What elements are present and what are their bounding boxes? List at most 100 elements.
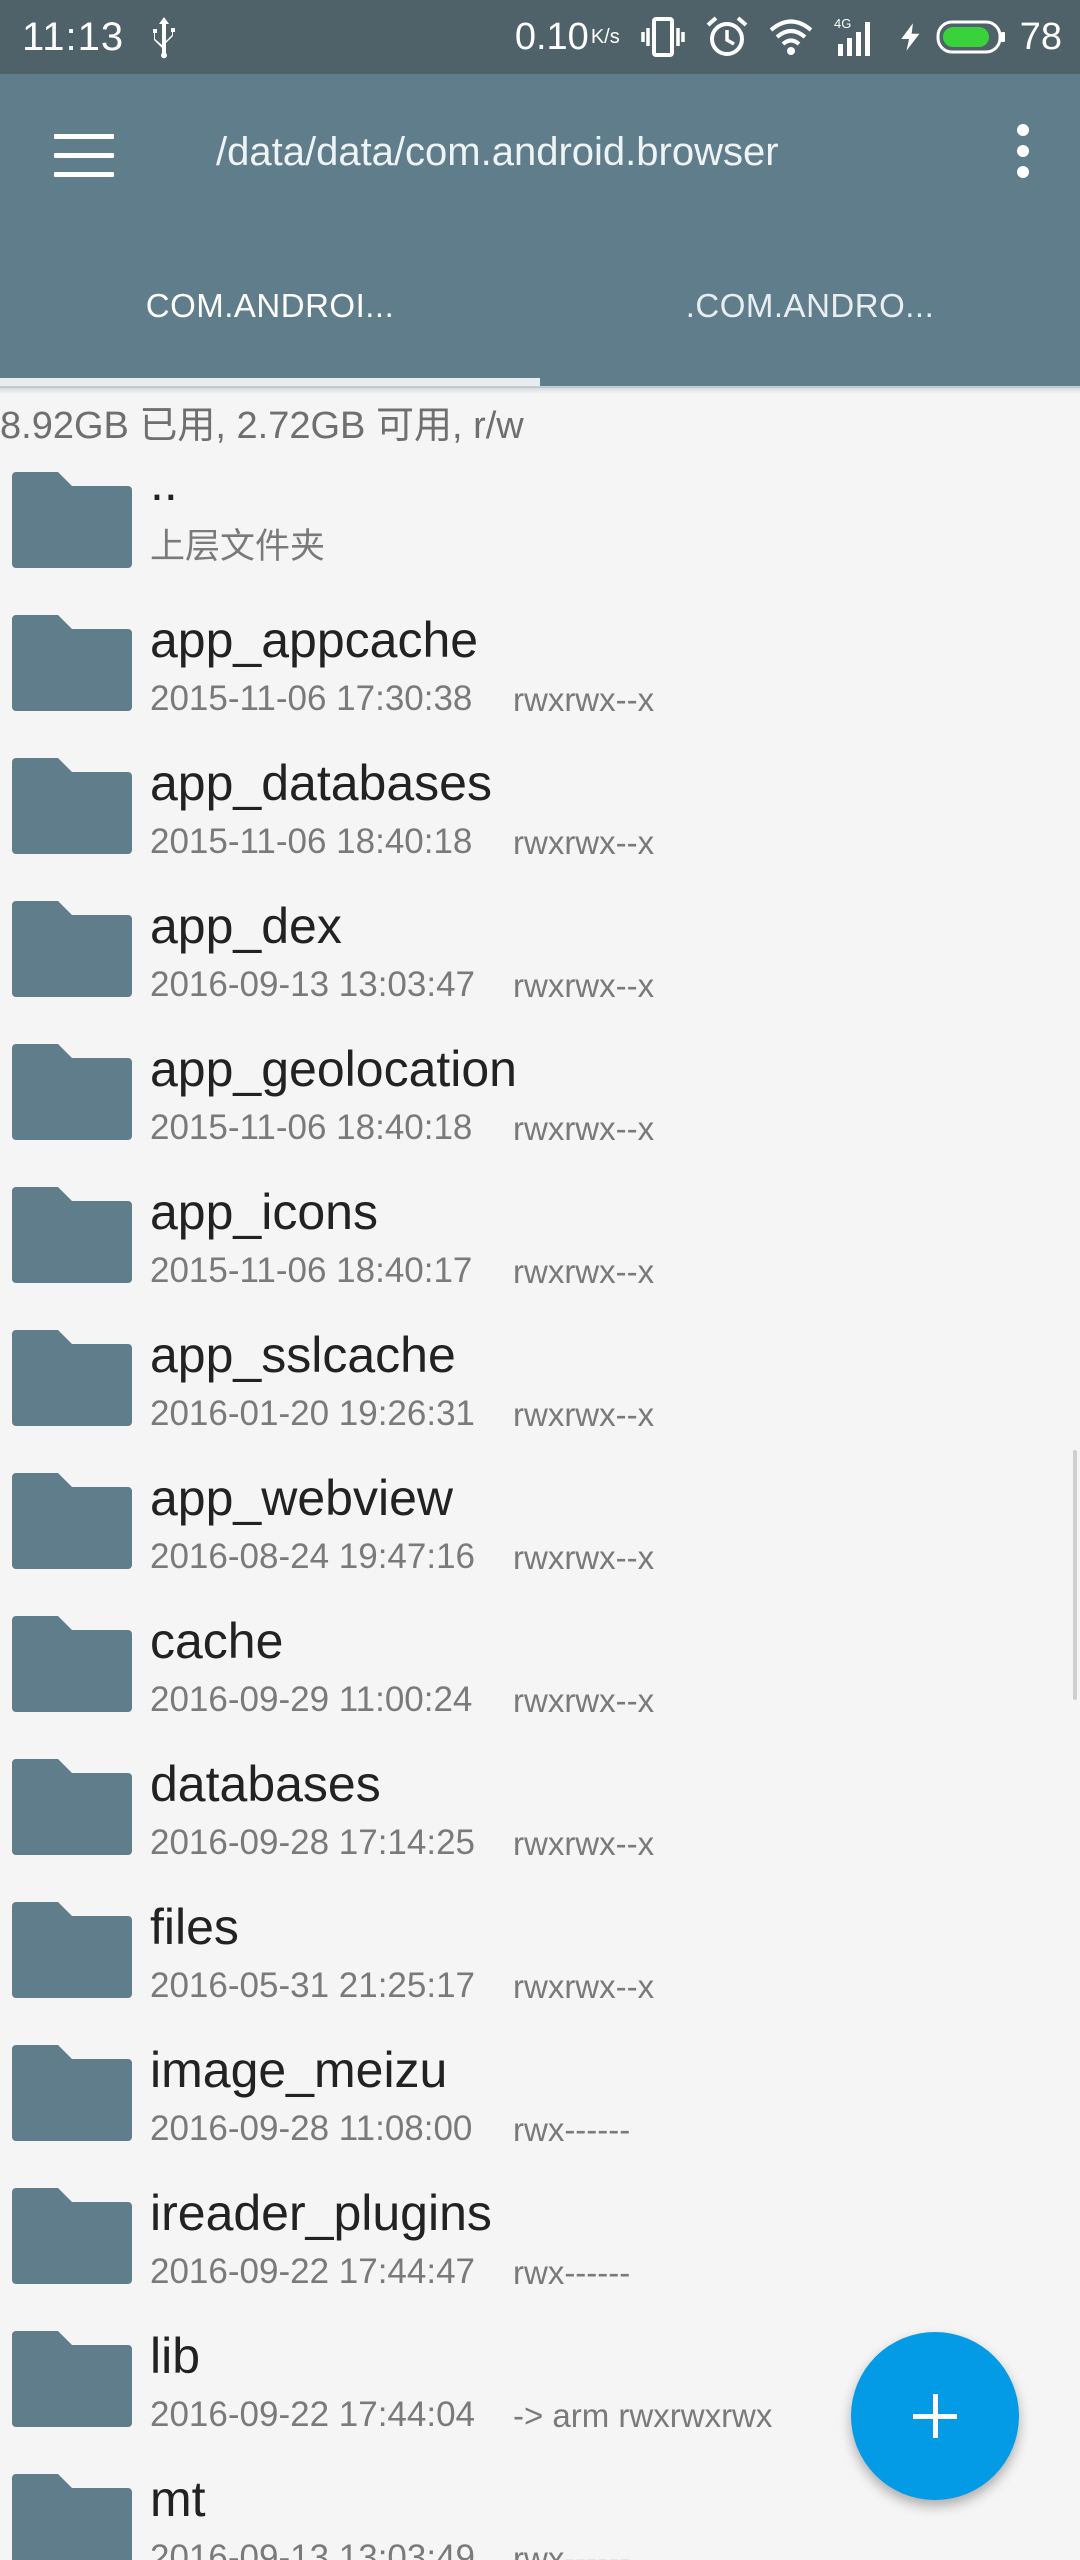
list-item[interactable]: app_databases 2015-11-06 18:40:18 rwxrwx--… <box>0 744 1080 887</box>
file-date: 2016-01-20 19:26:31 <box>150 1394 475 1433</box>
net-speed: 0.10 <box>514 15 589 58</box>
battery-level: 78 <box>1019 15 1062 58</box>
folder-icon <box>12 1330 132 1426</box>
parent-folder-name: .. <box>150 455 178 511</box>
signal-4g-icon: 4G <box>834 16 870 56</box>
file-name: app_appcache <box>150 612 479 668</box>
file-permissions: rwxrwx--x <box>513 1110 655 1147</box>
status-bar-right: 0.10 K/s 4G 78 <box>515 12 1062 62</box>
file-name: app_dex <box>150 898 342 954</box>
tabs-shadow <box>0 386 1080 394</box>
file-date: 2016-05-31 21:25:17 <box>150 1966 475 2005</box>
file-date: 2016-08-24 19:47:16 <box>150 1537 475 1576</box>
tab-com-android[interactable]: COM.ANDROI... <box>0 238 540 388</box>
folder-icon <box>12 901 132 997</box>
hamburger-menu-icon[interactable] <box>54 134 114 178</box>
status-bar: 11:13 0.10 K/s 4G 78 <box>0 0 1080 74</box>
folder-icon <box>12 1616 132 1712</box>
folder-icon <box>12 758 132 854</box>
folder-icon <box>12 2045 132 2141</box>
file-date: 2015-11-06 18:40:17 <box>150 1251 473 1290</box>
file-permissions: rwxrwx--x <box>513 1396 655 1433</box>
file-name: app_geolocation <box>150 1041 517 1097</box>
folder-icon <box>12 472 132 568</box>
file-date: 2016-09-13 13:03:49 <box>150 2538 475 2560</box>
parent-folder-subtitle: 上层文件夹 <box>150 527 326 566</box>
folder-icon <box>12 615 132 711</box>
list-item[interactable]: files 2016-05-31 21:25:17 rwxrwx--x <box>0 1888 1080 2031</box>
list-item[interactable]: app_sslcache 2016-01-20 19:26:31 rwxrwx--x <box>0 1316 1080 1459</box>
list-item-parent[interactable]: .. 上层文件夹 <box>0 455 1080 601</box>
file-date: 2016-09-22 17:44:04 <box>150 2395 475 2434</box>
file-name: ireader_plugins <box>150 2185 492 2241</box>
file-permissions: rwx------ <box>513 2254 631 2291</box>
more-vert-icon[interactable] <box>1008 124 1038 188</box>
list-item[interactable]: app_geolocation 2015-11-06 18:40:18 rwxrwx… <box>0 1030 1080 1173</box>
file-name: databases <box>150 1756 381 1812</box>
list-item[interactable]: app_icons 2015-11-06 18:40:17 rwxrwx--x <box>0 1173 1080 1316</box>
file-date: 2016-09-29 11:00:24 <box>150 1680 473 1719</box>
file-name: app_webview <box>150 1470 453 1526</box>
folder-icon <box>12 2188 132 2284</box>
charging-icon <box>900 23 920 51</box>
svg-text:4G: 4G <box>834 16 851 31</box>
file-permissions: rwxrwx--x <box>513 1825 655 1862</box>
file-permissions: -> arm rwxrwxrwx <box>513 2397 773 2434</box>
file-date: 2015-11-06 18:40:18 <box>150 822 473 861</box>
file-date: 2016-09-28 17:14:25 <box>150 1823 475 1862</box>
file-permissions: rwxrwx--x <box>513 824 655 861</box>
app-bar: /data/data/com.android.browser <box>0 74 1080 238</box>
list-item[interactable]: app_appcache 2015-11-06 17:30:38 rwxrwx--x <box>0 601 1080 744</box>
file-list: .. 上层文件夹 app_appcache 2015-11-06 17:30:38… <box>0 455 1080 2560</box>
file-name: lib <box>150 2328 201 2384</box>
folder-icon <box>12 1044 132 1140</box>
file-name: mt <box>150 2471 206 2527</box>
file-name: cache <box>150 1613 284 1669</box>
wifi-icon <box>769 19 813 55</box>
file-name: app_icons <box>150 1184 378 1240</box>
battery-icon <box>936 20 1005 54</box>
vibrate-icon <box>640 17 685 57</box>
folder-icon <box>12 1902 132 1998</box>
file-permissions: rwx------ <box>513 2111 631 2148</box>
tab-indicator <box>0 378 540 386</box>
file-permissions: rwxrwx--x <box>513 1682 655 1719</box>
usb-icon <box>153 17 176 59</box>
file-date: 2015-11-06 17:30:38 <box>150 679 473 718</box>
folder-icon <box>12 1759 132 1855</box>
file-name: files <box>150 1899 239 1955</box>
list-item[interactable]: cache 2016-09-29 11:00:24 rwxrwx--x <box>0 1602 1080 1745</box>
file-name: app_databases <box>150 755 492 811</box>
file-name: image_meizu <box>150 2042 448 2098</box>
net-speed-unit: K/s <box>590 26 620 48</box>
folder-icon <box>12 1473 132 1569</box>
clock: 11:13 <box>22 14 125 59</box>
list-item[interactable]: ireader_plugins 2016-09-22 17:44:47 rwx---… <box>0 2174 1080 2317</box>
list-item[interactable]: app_dex 2016-09-13 13:03:47 rwxrwx--x <box>0 887 1080 1030</box>
file-permissions: rwxrwx--x <box>513 1253 655 1290</box>
folder-icon <box>12 1187 132 1283</box>
list-item[interactable]: image_meizu 2016-09-28 11:08:00 rwx------ <box>0 2031 1080 2174</box>
file-date: 2015-11-06 18:40:18 <box>150 1108 473 1147</box>
file-permissions: rwxrwx--x <box>513 1968 655 2005</box>
add-icon-vertical <box>933 2394 938 2438</box>
page-title: /data/data/com.android.browser <box>216 130 779 174</box>
add-button[interactable] <box>851 2332 1019 2500</box>
alarm-icon <box>706 16 748 56</box>
folder-icon <box>12 2331 132 2427</box>
file-name: app_sslcache <box>150 1327 456 1383</box>
file-date: 2016-09-28 11:08:00 <box>150 2109 473 2148</box>
file-date: 2016-09-13 13:03:47 <box>150 965 475 1004</box>
file-permissions: rwx------ <box>513 2540 631 2560</box>
storage-info: 8.92GB 已用, 2.72GB 可用, r/w <box>0 405 524 447</box>
file-date: 2016-09-22 17:44:47 <box>150 2252 475 2291</box>
status-bar-left: 11:13 <box>22 12 182 62</box>
tab-dot-com-android[interactable]: .COM.ANDRO... <box>540 238 1080 388</box>
file-permissions: rwxrwx--x <box>513 967 655 1004</box>
list-item[interactable]: app_webview 2016-08-24 19:47:16 rwxrwx--x <box>0 1459 1080 1602</box>
list-item[interactable]: databases 2016-09-28 17:14:25 rwxrwx--x <box>0 1745 1080 1888</box>
tab-bar: COM.ANDROI... .COM.ANDRO... <box>0 238 1080 388</box>
file-permissions: rwxrwx--x <box>513 681 655 718</box>
scrollbar[interactable] <box>1073 1450 1077 1700</box>
folder-icon <box>12 2474 132 2560</box>
